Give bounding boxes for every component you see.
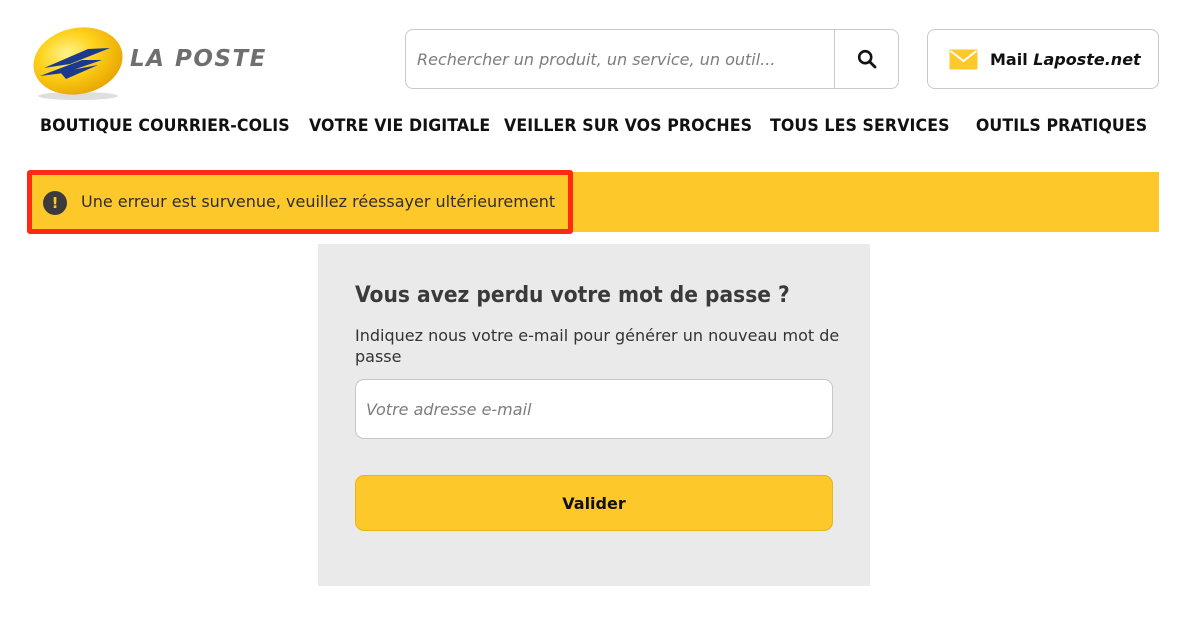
page: LA POSTE Mail Laposte.net BOUTIQUE COURR… <box>0 0 1200 623</box>
mail-button-label: Mail Laposte.net <box>990 50 1141 69</box>
nav-item-outils-pratiques[interactable]: OUTILS PRATIQUES <box>976 116 1147 136</box>
page-title: Vous avez perdu votre mot de passe ? <box>355 283 790 308</box>
error-message: Une erreur est survenue, veuillez réessa… <box>81 192 556 211</box>
email-field[interactable] <box>355 379 833 439</box>
search-icon <box>857 49 876 69</box>
mail-label-prefix: Mail <box>990 49 1028 69</box>
la-poste-logo[interactable]: LA POSTE <box>30 24 270 102</box>
form-description: Indiquez nous votre e-mail pour générer … <box>355 326 840 366</box>
nav-item-veiller-sur-vos-proches[interactable]: VEILLER SUR VOS PROCHES <box>504 116 752 136</box>
nav-item-boutique-courrier-colis[interactable]: BOUTIQUE COURRIER-COLIS <box>40 116 290 136</box>
mail-laposte-button[interactable]: Mail Laposte.net <box>927 29 1159 89</box>
submit-button[interactable]: Valider <box>355 475 833 531</box>
search-bar <box>405 29 899 89</box>
mail-envelope-icon <box>949 49 978 69</box>
nav-item-tous-les-services[interactable]: TOUS LES SERVICES <box>770 116 950 136</box>
la-poste-logo-icon <box>33 27 123 100</box>
search-button[interactable] <box>834 30 898 88</box>
main-nav: BOUTIQUE COURRIER-COLIS VOTRE VIE DIGITA… <box>40 114 1147 138</box>
search-input[interactable] <box>406 30 835 88</box>
mail-label-brand: Laposte.net <box>1033 49 1141 69</box>
logo-wordmark: LA POSTE <box>130 46 267 72</box>
warning-icon: ! <box>43 191 67 215</box>
nav-item-votre-vie-digitale[interactable]: VOTRE VIE DIGITALE <box>309 116 490 136</box>
